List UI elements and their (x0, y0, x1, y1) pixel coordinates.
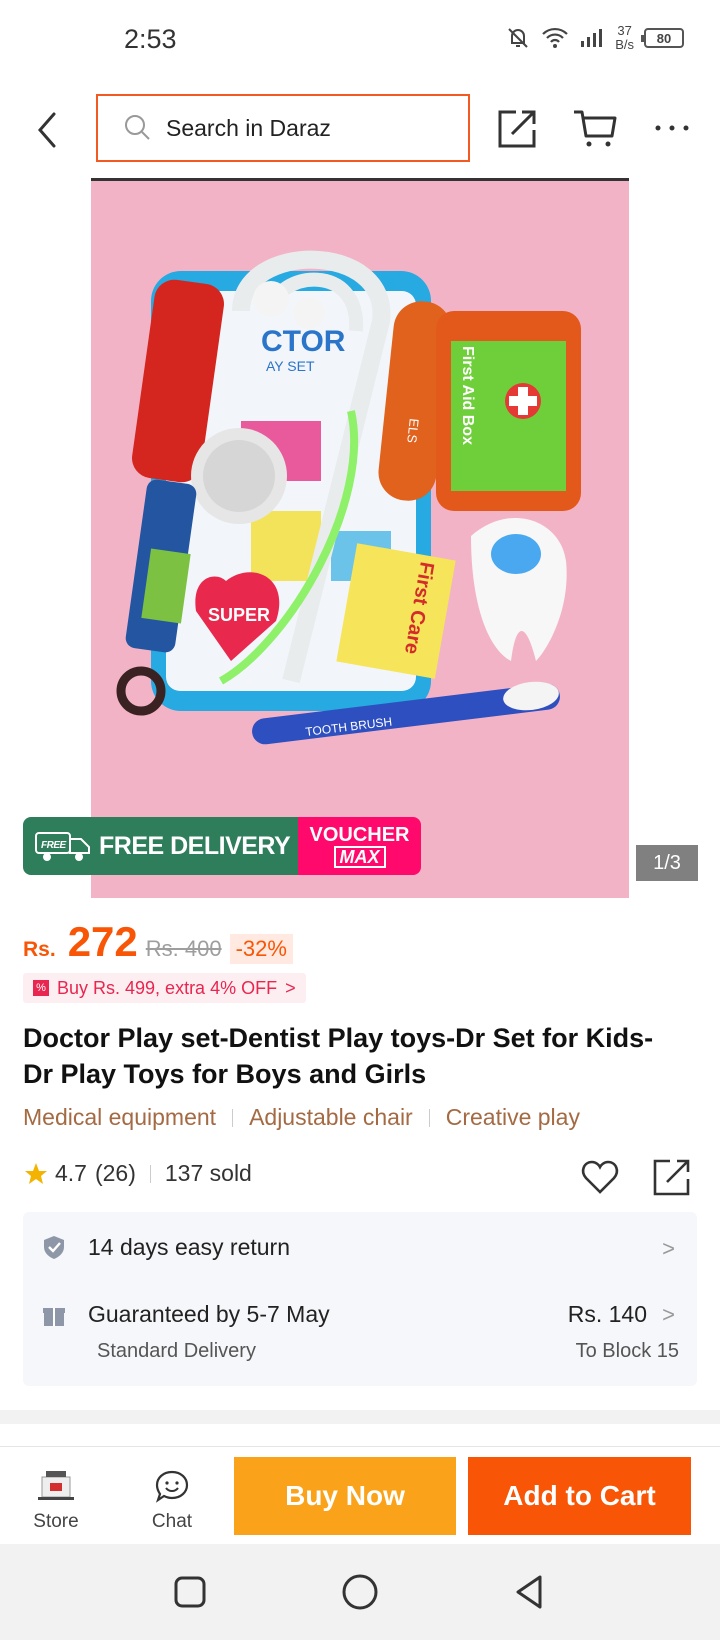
free-delivery-label: FREE DELIVERY (99, 831, 291, 860)
coupon-icon: % (33, 980, 49, 996)
chat-label: Chat (151, 1511, 193, 1532)
search-icon (125, 115, 150, 140)
heart-icon[interactable] (580, 1157, 620, 1197)
back-arrow-icon[interactable] (28, 108, 68, 152)
free-badge-text: FREE (41, 840, 67, 851)
return-policy-row[interactable]: 14 days easy return > (23, 1212, 697, 1282)
wifi-icon (542, 27, 568, 48)
rating-count: (26) (94, 1160, 136, 1186)
offer-chevron-icon: > (285, 977, 296, 998)
share-icon[interactable] (496, 106, 540, 150)
chevron-right-icon: > (662, 1302, 675, 1327)
nav-circle-icon[interactable] (340, 1572, 380, 1612)
product-title: Doctor Play set-Dentist Play toys-Dr Set… (23, 1023, 654, 1089)
delivery-subtext: Standard Delivery (97, 1340, 256, 1362)
free-delivery-badge: FREE FREE DELIVERY (23, 817, 298, 875)
tag-item[interactable]: Creative play (446, 1104, 580, 1131)
truck-icon: FREE (35, 832, 90, 861)
mute-bell-icon (508, 28, 528, 48)
delivery-text: Guaranteed by 5-7 May (88, 1301, 330, 1327)
net-speed-unit: B/s (615, 37, 634, 52)
product-image[interactable]: CTOR AY SET ELS First Aid Box First Care… (91, 178, 629, 898)
search-placeholder: Search in Daraz (166, 114, 331, 141)
rating-score: 4.7 (55, 1160, 87, 1186)
price-value: 272 (67, 918, 138, 965)
nav-triangle-icon[interactable] (510, 1572, 550, 1612)
tag-divider (232, 1108, 234, 1127)
toy-label-super: SUPER (208, 605, 270, 625)
status-time: 2:53 (124, 24, 177, 54)
more-icon[interactable] (652, 110, 692, 146)
product-tags: Medical equipment Adjustable chair Creat… (23, 1104, 580, 1131)
voucher-max-label: MAX (333, 845, 386, 868)
voucher-label: VOUCHER (309, 823, 410, 846)
rating-row[interactable]: 4.7 (26) 137 sold (23, 1160, 252, 1187)
service-card: 14 days easy return > Guaranteed by 5-7 … (23, 1212, 697, 1386)
store-icon (38, 1471, 74, 1500)
net-speed: 37 B/s (615, 24, 634, 52)
sold-count: 137 sold (164, 1160, 252, 1186)
gift-icon (43, 1308, 65, 1326)
original-price: Rs. 400 (145, 936, 222, 961)
image-counter: 1/3 (636, 845, 698, 881)
search-input[interactable]: Search in Daraz (96, 94, 470, 162)
system-nav-bar (0, 1544, 720, 1640)
price-currency: Rs. (23, 938, 56, 961)
svg-text:ELS: ELS (404, 418, 422, 444)
store-button[interactable]: Store (20, 1469, 92, 1539)
offer-text: Buy Rs. 499, extra 4% OFF (57, 977, 278, 998)
header: Search in Daraz (0, 88, 720, 168)
bottom-action-bar: Store Chat Buy Now Add to Cart (0, 1446, 720, 1544)
share-icon[interactable] (652, 1157, 692, 1197)
delivery-location: To Block 15 (575, 1340, 679, 1362)
chat-icon (155, 1470, 189, 1503)
discount-badge: -32% (229, 934, 293, 964)
voucher-max-badge: VOUCHER MAX (298, 817, 421, 875)
nav-square-icon[interactable] (170, 1572, 210, 1612)
store-label: Store (33, 1511, 79, 1532)
net-speed-value: 37 (617, 23, 632, 38)
shield-icon (44, 1236, 64, 1259)
free-delivery-voucher-banner: FREE FREE DELIVERY VOUCHER MAX (23, 817, 421, 875)
status-icons: 37 B/s 80 (505, 24, 684, 52)
battery-indicator: 80 (641, 28, 684, 48)
tag-item[interactable]: Adjustable chair (249, 1104, 413, 1131)
chat-button[interactable]: Chat (136, 1469, 208, 1539)
cart-icon[interactable] (572, 106, 618, 150)
offer-chip[interactable]: % Buy Rs. 499, extra 4% OFF > (23, 973, 306, 1003)
buy-now-button[interactable]: Buy Now (234, 1457, 456, 1535)
star-icon (25, 1162, 47, 1184)
return-policy-text: 14 days easy return (88, 1234, 291, 1260)
add-to-cart-button[interactable]: Add to Cart (468, 1457, 691, 1535)
status-bar: 2:53 37 B/s 80 (0, 0, 720, 80)
section-divider (0, 1410, 720, 1424)
toy-label-first-aid: First Aid Box (459, 346, 476, 445)
price-row: Rs. 272 Rs. 400 -32% (23, 918, 293, 966)
tag-divider (428, 1108, 430, 1127)
delivery-row[interactable]: Guaranteed by 5-7 May Standard Delivery … (23, 1300, 697, 1386)
toy-label-playset: AY SET (266, 358, 315, 374)
rating-divider (149, 1164, 151, 1183)
signal-icon (581, 29, 603, 47)
chevron-right-icon: > (662, 1236, 675, 1261)
tag-item[interactable]: Medical equipment (23, 1104, 216, 1131)
product-photo: CTOR AY SET ELS First Aid Box First Care… (116, 250, 581, 745)
toy-label-doctor: CTOR (261, 325, 346, 358)
delivery-price: Rs. 140 (567, 1301, 647, 1327)
